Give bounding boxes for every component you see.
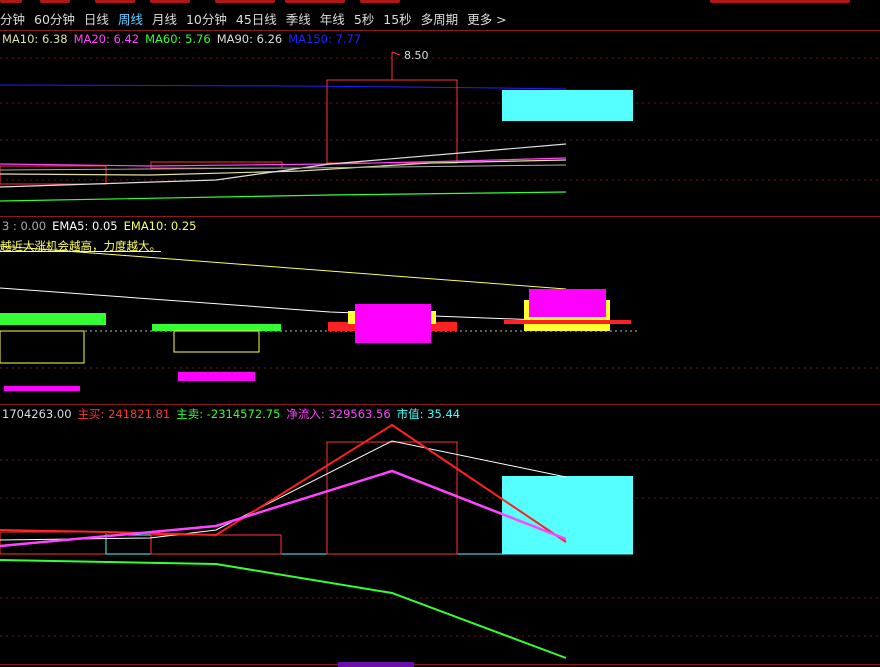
chart-canvas[interactable]: 8.50 <box>0 0 880 667</box>
bar <box>173 330 260 353</box>
flow-bar <box>326 441 458 555</box>
price-peak-label: 8.50 <box>404 49 429 62</box>
bar <box>504 320 631 324</box>
bar <box>152 324 281 331</box>
ema10-line <box>0 245 567 290</box>
net-inflow-line <box>0 469 567 548</box>
ma10-line <box>0 159 567 176</box>
flow-bar <box>0 531 107 555</box>
main-buy-line <box>0 423 567 543</box>
flow-white-line <box>0 440 567 541</box>
ma60-line <box>0 191 567 202</box>
bar <box>529 289 606 317</box>
candle <box>502 90 633 121</box>
ma150-line <box>0 84 567 90</box>
candle <box>326 79 458 164</box>
bar <box>0 313 106 325</box>
bottom-marker <box>338 662 414 667</box>
grid-lines <box>0 57 880 637</box>
main-sell-line <box>0 559 567 659</box>
bar <box>0 330 85 364</box>
peak-marker <box>391 51 401 56</box>
bar <box>4 386 80 391</box>
bar <box>355 304 431 343</box>
bar <box>178 372 255 381</box>
flow-bar <box>150 534 282 555</box>
ema-bars <box>0 289 631 391</box>
flow-bar <box>502 476 633 554</box>
price-candles <box>0 79 633 185</box>
